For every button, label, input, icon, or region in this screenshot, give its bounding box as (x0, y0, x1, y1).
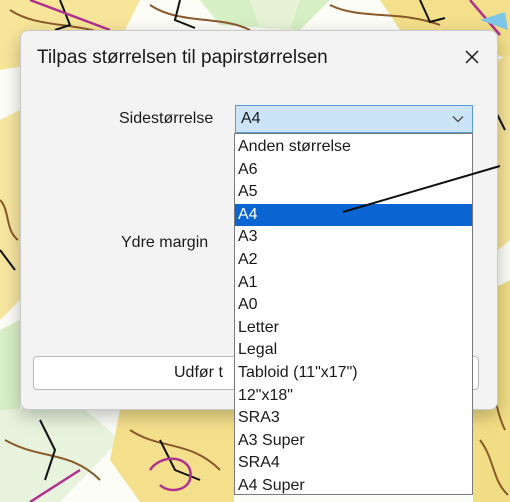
dropdown-option[interactable]: A6 (235, 159, 472, 182)
close-icon (465, 50, 479, 64)
dropdown-option[interactable]: Letter (235, 317, 472, 340)
dropdown-option[interactable]: A5 (235, 181, 472, 204)
dropdown-option[interactable]: A4 Super (235, 475, 472, 498)
dropdown-option[interactable]: A2 (235, 249, 472, 272)
dropdown-option-selected[interactable]: A4 (235, 203, 472, 227)
page-size-label: Sidestørrelse (119, 110, 214, 127)
dropdown-option[interactable]: A3 (235, 226, 472, 249)
page-size-value: A4 (241, 110, 261, 127)
dropdown-option[interactable]: A0 (235, 294, 472, 317)
chevron-down-icon (452, 116, 464, 123)
dropdown-option[interactable]: Anden størrelse (235, 136, 472, 159)
dropdown-option[interactable]: 12"x18" (235, 385, 472, 408)
close-button[interactable] (455, 41, 489, 73)
run-button-label: Udfør t (174, 364, 223, 381)
dropdown-option[interactable]: A3 Super (235, 430, 472, 453)
dropdown-option[interactable]: SRA3 (235, 407, 472, 430)
dialog-title: Tilpas størrelsen til papirstørrelsen (37, 47, 328, 68)
page-size-select[interactable]: A4 (235, 105, 473, 133)
dropdown-option[interactable]: A1 (235, 272, 472, 295)
page-size-dropdown-list[interactable]: Anden størrelse A6 A5 A4 A3 A2 A1 A0 Let… (234, 133, 473, 495)
dropdown-option[interactable]: Tabloid (11"x17") (235, 362, 472, 385)
dropdown-option[interactable]: SRA4 (235, 452, 472, 475)
dropdown-option[interactable]: Legal (235, 339, 472, 362)
outer-margin-label: Ydre margin (121, 234, 209, 251)
